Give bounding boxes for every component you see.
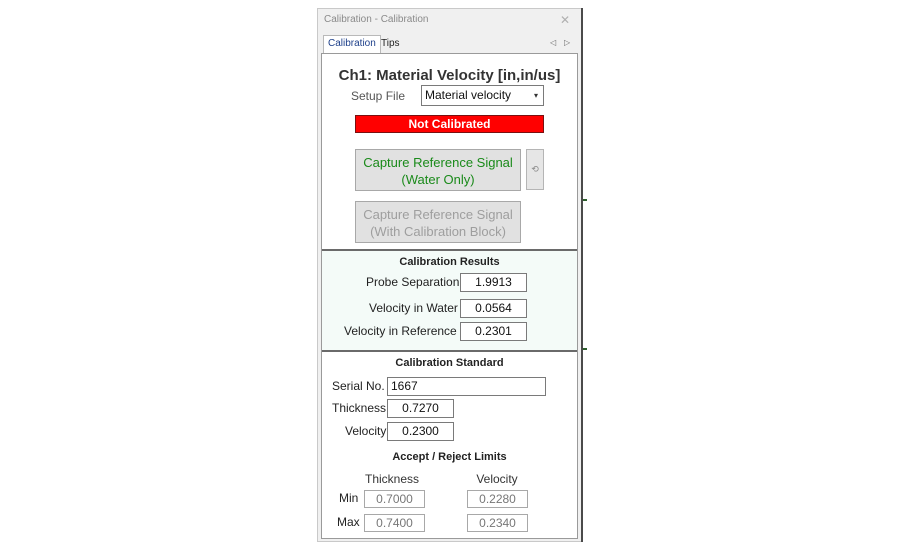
window-title: Calibration - Calibration (324, 14, 429, 25)
velocity-reference-label: Velocity in Reference (344, 324, 457, 338)
thickness-label: Thickness (332, 401, 387, 415)
capture-block-button[interactable]: Capture Reference Signal (With Calibrati… (355, 201, 521, 243)
capture-block-line2: (With Calibration Block) (370, 224, 506, 239)
refresh-button[interactable]: ⟲ (526, 149, 544, 190)
max-velocity-input[interactable]: 0.2340 (467, 514, 528, 532)
background-tick (583, 348, 587, 350)
limits-velocity-header: Velocity (476, 472, 518, 486)
chevron-down-icon: ▾ (533, 91, 538, 100)
min-velocity-input[interactable]: 0.2280 (467, 490, 528, 508)
serial-no-input[interactable]: 1667 (387, 377, 546, 396)
limits-thickness-header: Thickness (364, 472, 420, 486)
thickness-input[interactable]: 0.7270 (387, 399, 454, 418)
results-title: Calibration Results (399, 256, 500, 268)
close-icon[interactable]: ✕ (560, 9, 570, 31)
velocity-water-label: Velocity in Water (369, 301, 458, 315)
velocity-label: Velocity (345, 424, 387, 438)
tab-tips[interactable]: Tips (377, 36, 404, 53)
calibration-window: Calibration - Calibration ✕ Calibration … (317, 8, 583, 542)
page-title: Ch1: Material Velocity [in,in/us] (338, 67, 561, 84)
refresh-icon: ⟲ (531, 164, 539, 174)
setup-file-value: Material velocity (425, 88, 512, 102)
divider (322, 350, 577, 352)
max-thickness-input[interactable]: 0.7400 (364, 514, 425, 532)
tab-next-icon[interactable]: ▷ (564, 38, 570, 47)
tab-calibration[interactable]: Calibration (323, 35, 381, 54)
capture-water-line1: Capture Reference Signal (363, 155, 513, 170)
probe-separation-label: Probe Separation (366, 275, 460, 289)
tab-prev-icon[interactable]: ◁ (550, 38, 556, 47)
velocity-input[interactable]: 0.2300 (387, 422, 454, 441)
setup-file-label: Setup File (351, 89, 406, 103)
probe-separation-value: 1.9913 (460, 273, 527, 292)
min-label: Min (339, 491, 359, 505)
velocity-water-value: 0.0564 (460, 299, 527, 318)
setup-file-select[interactable]: Material velocity ▾ (421, 85, 544, 106)
max-label: Max (337, 515, 360, 529)
capture-water-line2: (Water Only) (401, 172, 475, 187)
capture-block-line1: Capture Reference Signal (363, 207, 513, 222)
velocity-reference-value: 0.2301 (460, 322, 527, 341)
calibration-status-badge: Not Calibrated (355, 115, 544, 133)
min-thickness-input[interactable]: 0.7000 (364, 490, 425, 508)
capture-water-button[interactable]: Capture Reference Signal (Water Only) (355, 149, 521, 191)
calibration-panel: Ch1: Material Velocity [in,in/us] Setup … (321, 53, 578, 539)
standard-title: Calibration Standard (395, 357, 504, 369)
background-window-edge (581, 8, 583, 542)
tab-bar: Calibration Tips ◁ ▷ (320, 31, 582, 54)
serial-no-label: Serial No. (332, 379, 385, 393)
background-tick (583, 199, 587, 201)
limits-title: Accept / Reject Limits (392, 451, 507, 463)
